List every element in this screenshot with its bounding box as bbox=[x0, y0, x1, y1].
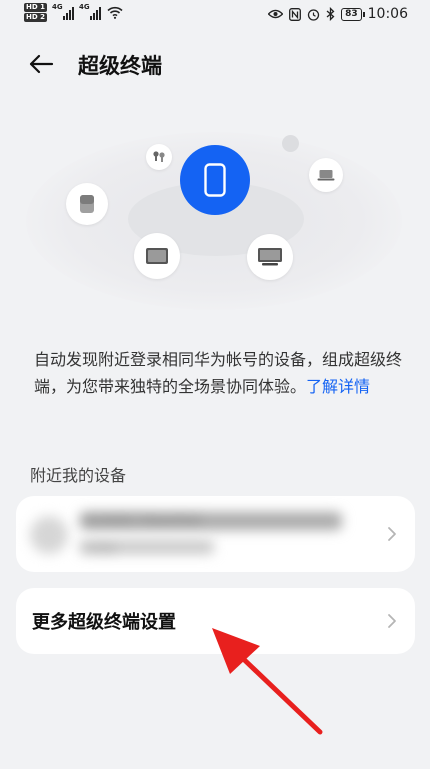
device-name: HUAWEI MatePad bbox=[80, 512, 342, 530]
tv-node bbox=[247, 234, 293, 280]
chevron-right-icon bbox=[388, 527, 396, 541]
status-bar: HD 1 HD 2 4G 4G 83 10:06 bbox=[0, 0, 430, 32]
wifi-icon bbox=[107, 6, 123, 19]
bluetooth-icon bbox=[326, 7, 335, 21]
battery-indicator: 83 bbox=[341, 7, 365, 21]
alarm-icon bbox=[307, 8, 320, 21]
tablet-icon bbox=[146, 248, 168, 264]
device-status: 已连接 bbox=[80, 540, 214, 556]
learn-more-link[interactable]: 了解详情 bbox=[306, 377, 370, 396]
more-settings-label: 更多超级终端设置 bbox=[32, 612, 176, 633]
placeholder-dot bbox=[282, 135, 299, 152]
tv-icon bbox=[258, 248, 282, 266]
earbuds-node bbox=[146, 144, 172, 170]
signal-icon-2: 4G bbox=[78, 2, 101, 20]
more-settings-card[interactable]: 更多超级终端设置 bbox=[16, 588, 415, 654]
phone-node bbox=[180, 145, 250, 215]
sim-indicators: HD 1 HD 2 bbox=[24, 3, 47, 22]
sim2-badge: HD 2 bbox=[24, 13, 47, 22]
network-type-1: 4G bbox=[51, 2, 63, 11]
eye-icon bbox=[268, 9, 284, 19]
nearby-devices-label: 附近我的设备 bbox=[30, 466, 127, 485]
nearby-device-card[interactable]: HUAWEI MatePad 已连接 bbox=[16, 496, 415, 572]
signal-icon-1: 4G bbox=[51, 2, 74, 20]
app-header: 超级终端 bbox=[0, 44, 430, 84]
sim1-badge: HD 1 bbox=[24, 3, 47, 12]
status-bar-right: 83 10:06 bbox=[268, 6, 408, 22]
back-button[interactable] bbox=[26, 50, 56, 80]
status-bar-left: HD 1 HD 2 4G 4G bbox=[24, 3, 123, 22]
nfc-icon bbox=[289, 7, 302, 21]
clock: 10:06 bbox=[367, 6, 408, 22]
back-arrow-icon bbox=[29, 54, 54, 74]
chevron-right-icon bbox=[388, 614, 396, 628]
feature-description: 自动发现附近登录相同华为帐号的设备，组成超级终端，为您带来独特的全场景协同体验。… bbox=[34, 346, 404, 400]
super-device-illustration bbox=[0, 110, 430, 320]
page-title: 超级终端 bbox=[78, 54, 162, 78]
laptop-node-right bbox=[309, 158, 343, 192]
earbuds-icon bbox=[153, 151, 165, 162]
device-avatar bbox=[30, 516, 68, 554]
speaker-node bbox=[66, 183, 108, 225]
network-type-2: 4G bbox=[78, 2, 90, 11]
phone-icon bbox=[204, 163, 226, 197]
tablet-node bbox=[134, 233, 180, 279]
speaker-icon bbox=[80, 195, 94, 213]
laptop-icon bbox=[317, 170, 335, 181]
